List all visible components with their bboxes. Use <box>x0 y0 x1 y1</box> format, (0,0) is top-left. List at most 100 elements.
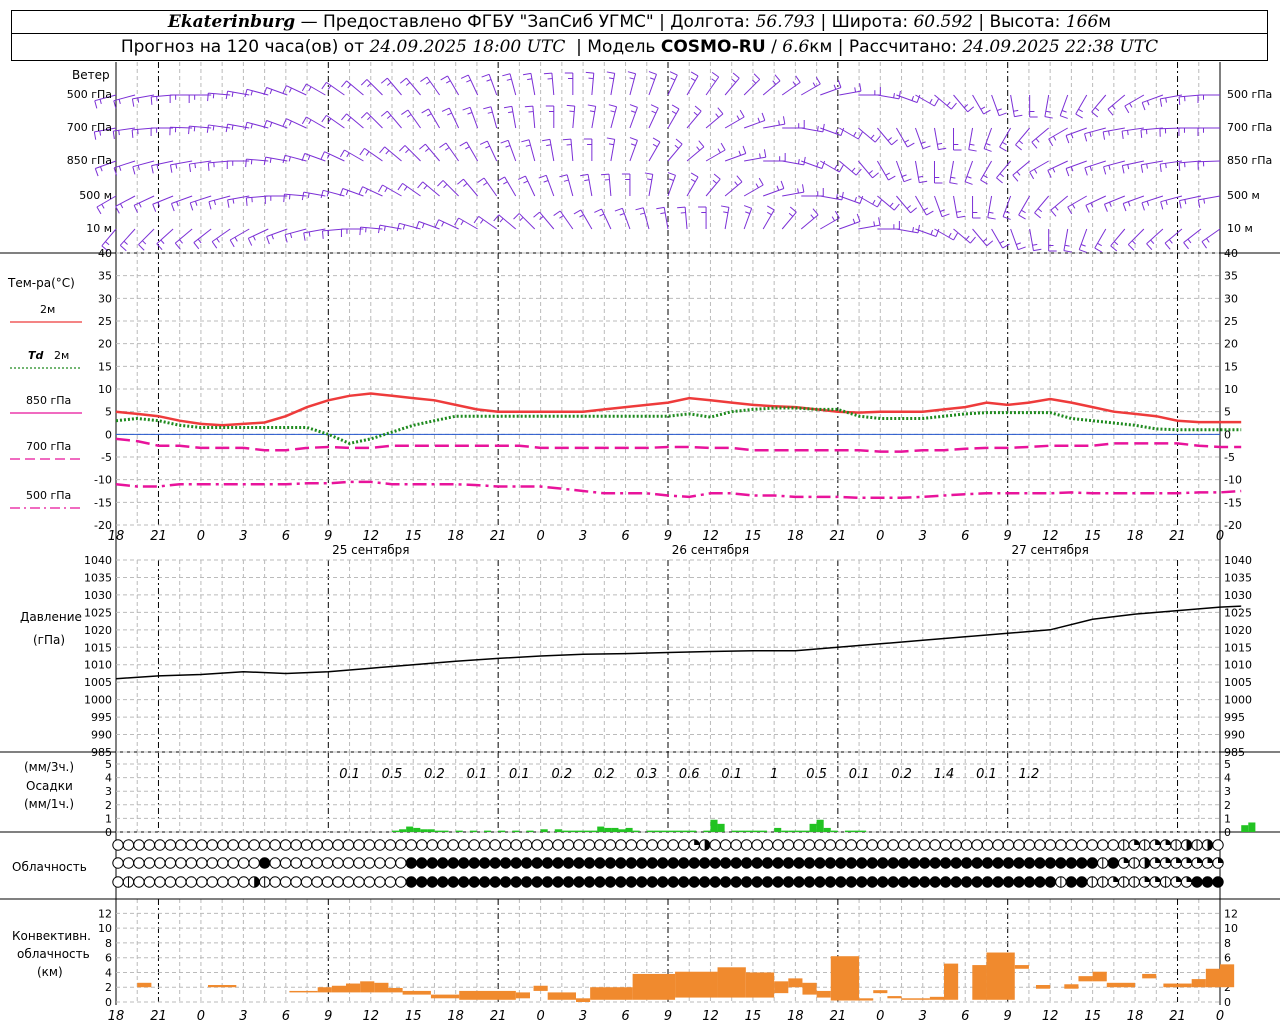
wind-barb <box>953 128 962 151</box>
cloud-symbol <box>405 876 418 888</box>
cloud-symbol-circle <box>814 857 826 869</box>
cloud-symbol <box>499 839 512 851</box>
cloud-symbol-circle <box>667 839 679 851</box>
wind-barb-flag <box>401 109 409 115</box>
wind-barb <box>1201 228 1221 249</box>
cloud-symbol <box>426 839 438 851</box>
cloud-symbol <box>122 857 135 869</box>
cloud-symbol <box>332 839 344 851</box>
precip-tick-right: 1 <box>1224 812 1231 825</box>
wind-barb-flag <box>396 223 400 232</box>
cloud-symbol-circle <box>573 857 585 869</box>
wind-barb <box>686 71 699 96</box>
wind-barb-flag <box>1165 200 1168 206</box>
wind-barb-flag <box>648 71 657 75</box>
wind-barb-flag <box>986 240 994 247</box>
wind-barb-flag <box>668 178 674 181</box>
wind-barb-shaft <box>211 228 231 243</box>
temp-tick-right: 40 <box>1224 247 1238 260</box>
cloud-symbol-circle <box>604 857 617 869</box>
wind-barb-flag <box>1183 242 1189 250</box>
wind-barb-flag <box>834 210 840 219</box>
cloud-symbol-circle <box>803 876 816 888</box>
conv-bar <box>1191 979 1206 988</box>
wind-barb-shaft <box>1065 127 1087 136</box>
wind-barb-flag <box>566 104 575 107</box>
wind-barb-shaft <box>991 94 1000 116</box>
wind-barb <box>321 81 345 96</box>
cloud-symbol <box>856 857 868 869</box>
wind-barb-shaft <box>1146 228 1164 245</box>
pressure-tick-right: 995 <box>1224 711 1245 724</box>
wind-barb-shaft <box>511 106 517 129</box>
precip-tick-right: 0 <box>1224 826 1231 839</box>
wind-barb-flag <box>694 105 702 112</box>
precip-total: 0.2 <box>552 767 573 782</box>
hour-label-bottom: 9 <box>324 1009 332 1024</box>
wind-barb <box>587 104 597 129</box>
cloud-symbol-circle <box>657 876 669 888</box>
wind-barb <box>838 160 862 176</box>
cloud-symbol-circle <box>981 839 994 851</box>
wind-barb <box>1121 127 1144 140</box>
cloud-symbol-circle <box>112 876 124 888</box>
wind-barb <box>915 195 934 216</box>
cloud-symbol-circle <box>562 857 575 869</box>
cloud-symbol <box>185 839 198 851</box>
precip-bar <box>392 830 400 832</box>
cloud-symbol-circle <box>468 876 480 888</box>
hour-label-bottom: 3 <box>239 1009 247 1024</box>
wind-barb-flag <box>483 182 488 186</box>
wind-barb-shaft <box>667 74 678 96</box>
wind-barb <box>858 87 881 96</box>
wind-panel <box>93 71 1221 253</box>
wind-barb <box>460 74 479 96</box>
cloud-symbol-circle <box>363 876 376 888</box>
wind-barb-shaft <box>549 139 555 162</box>
wind-barb-flag <box>425 81 431 85</box>
cloud-symbol <box>887 857 899 869</box>
wind-barb <box>627 71 637 96</box>
wind-barb-flag <box>360 112 368 119</box>
cloud-symbol <box>1002 876 1015 888</box>
wind-barb-flag <box>1029 171 1035 180</box>
wind-barb-flag <box>485 145 490 149</box>
wind-barb <box>608 104 618 129</box>
wind-barb-shaft <box>467 74 479 96</box>
wind-barb <box>1141 195 1164 211</box>
cloud-symbol <box>520 857 533 869</box>
cloud-symbol <box>887 876 899 888</box>
wind-barb <box>648 104 659 129</box>
wind-barb <box>968 127 977 152</box>
pressure-tick-left: 1040 <box>84 554 112 567</box>
conv-bar <box>360 981 375 993</box>
wind-barb-flag <box>1018 214 1026 220</box>
cloud-symbol <box>133 857 145 869</box>
cloud-symbol <box>1201 876 1214 888</box>
conv-bar <box>576 998 591 1002</box>
wind-barb-shaft <box>386 110 402 129</box>
cloud-symbol-circle <box>154 857 166 869</box>
wind-barb-flag <box>1014 114 1023 118</box>
precip-title: Осадки <box>26 779 73 793</box>
wind-barb <box>972 196 981 219</box>
wind-barb-flag <box>1016 171 1021 176</box>
cloud-symbol <box>1097 857 1109 869</box>
cloud-symbol-circle <box>1044 857 1057 869</box>
wind-barb-flag <box>503 181 508 185</box>
cloud-symbol <box>342 839 355 851</box>
cloud-symbol-circle <box>960 876 973 888</box>
cloud-symbol-circle <box>625 857 638 869</box>
wind-barb-flag <box>480 219 484 224</box>
wind-barb-flag <box>1201 241 1207 249</box>
cloud-symbol-circle <box>698 876 711 888</box>
wind-barb-flag <box>761 112 766 121</box>
wind-barb-flag <box>301 192 305 201</box>
cloud-symbol-circle <box>374 876 386 888</box>
conv-bar <box>590 987 633 1000</box>
wind-barb-flag <box>250 90 253 96</box>
hour-label: 18 <box>1127 529 1144 544</box>
cloud-symbol <box>918 839 931 851</box>
cloud-symbol <box>971 876 983 888</box>
temp-legend-label: 500 гПа <box>26 489 71 502</box>
